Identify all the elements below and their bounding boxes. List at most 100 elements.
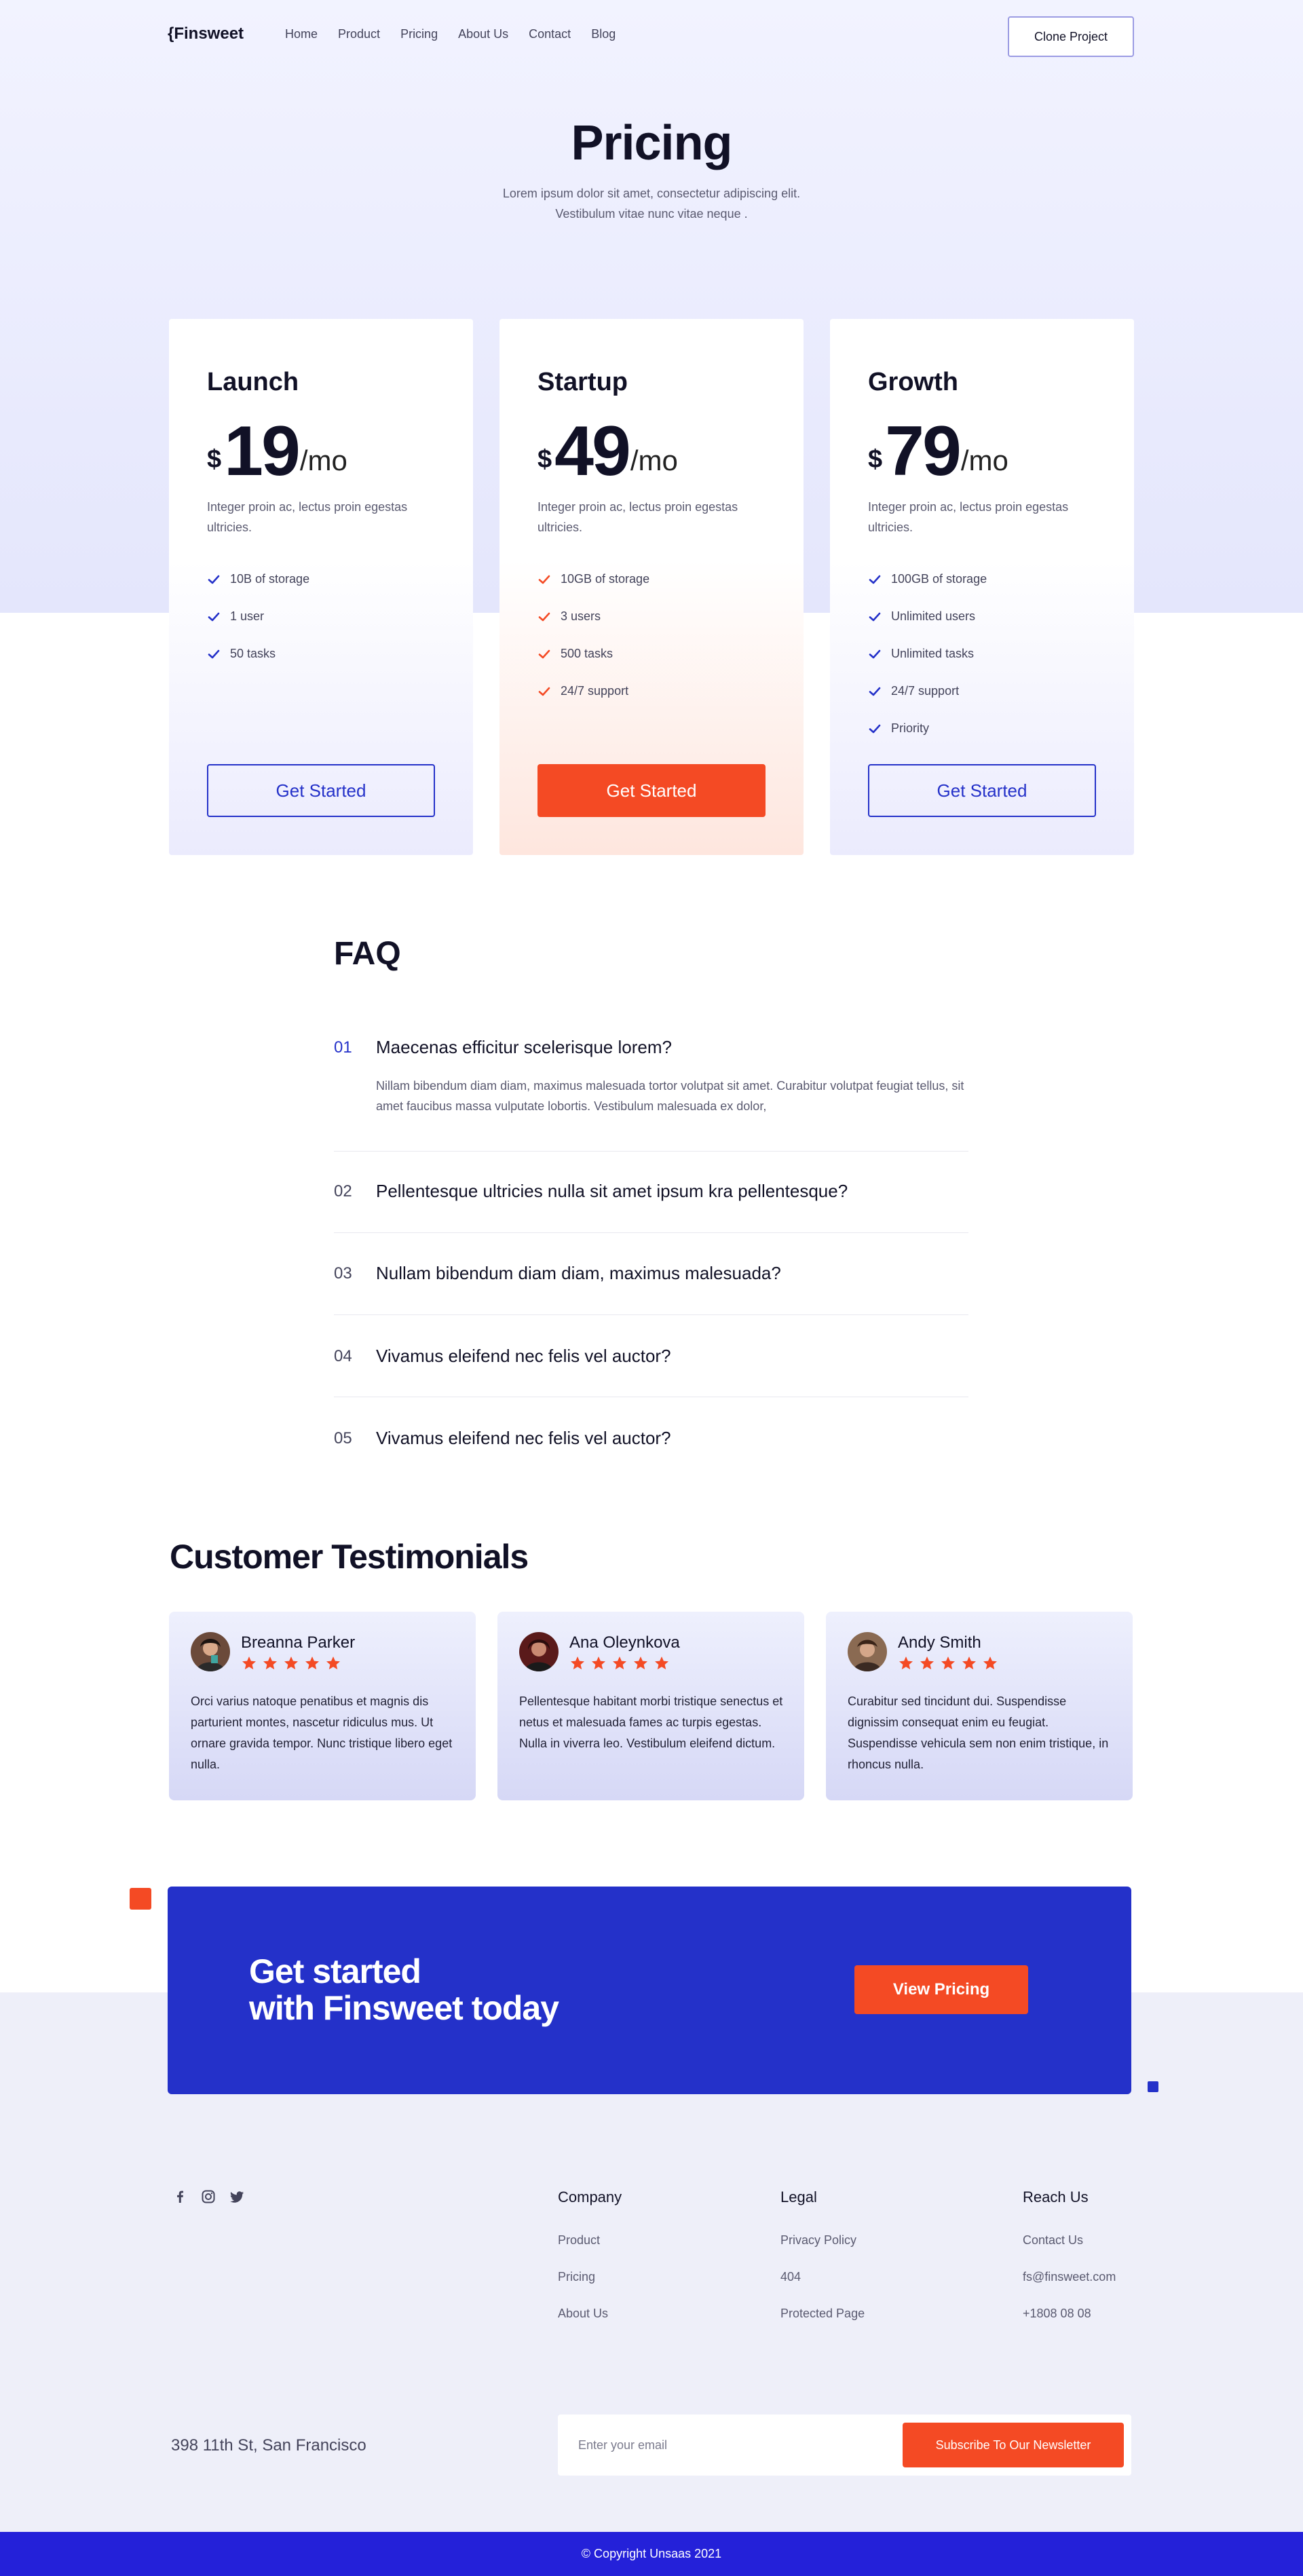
feature-label: 10GB of storage <box>561 572 650 586</box>
get-started-button[interactable]: Get Started <box>868 764 1096 817</box>
faq-question[interactable]: Nullam bibendum diam diam, maximus males… <box>376 1263 781 1284</box>
footer-link[interactable]: Protected Page <box>780 2307 865 2343</box>
plan-description: Integer proin ac, lectus proin egestas u… <box>868 500 1069 534</box>
nav-home[interactable]: Home <box>285 27 318 41</box>
reviewer-name: Breanna Parker <box>241 1633 356 1652</box>
footer-link[interactable]: 404 <box>780 2270 865 2307</box>
check-icon <box>538 612 550 621</box>
faq-question[interactable]: Vivamus eleifend nec felis vel auctor? <box>376 1346 671 1367</box>
view-pricing-button[interactable]: View Pricing <box>854 1965 1028 2014</box>
faq-question[interactable]: Maecenas efficitur scelerisque lorem? <box>376 1037 672 1058</box>
twitter-icon[interactable] <box>230 2190 244 2203</box>
instagram-icon[interactable] <box>202 2190 215 2203</box>
avatar <box>848 1632 887 1671</box>
faq-question[interactable]: Vivamus eleifend nec felis vel auctor? <box>376 1428 671 1449</box>
footer-link[interactable]: Contact Us <box>1023 2233 1116 2270</box>
plan-price: $ 49 /mo <box>537 416 678 487</box>
testimonial-text: Pellentesque habitant morbi tristique se… <box>519 1694 783 1750</box>
clone-project-button[interactable]: Clone Project <box>1008 16 1134 57</box>
star-icon <box>326 1656 340 1669</box>
get-started-button[interactable]: Get Started <box>207 764 435 817</box>
footer-heading: Reach Us <box>1023 2189 1089 2205</box>
faq-number: 03 <box>334 1264 352 1283</box>
testimonials-title: Customer Testimonials <box>170 1538 529 1576</box>
plan-card-launch: Launch $ 19 /mo Integer proin ac, lectus… <box>169 319 473 855</box>
feature-list: 10B of storage 1 user 50 tasks <box>207 561 309 673</box>
star-icon <box>941 1656 955 1669</box>
footer-link[interactable]: Privacy Policy <box>780 2233 865 2270</box>
star-rating <box>241 1655 341 1671</box>
plan-price: $ 19 /mo <box>207 412 347 491</box>
price-period: /mo <box>299 444 347 476</box>
faq-item[interactable]: 04 Vivamus eleifend nec felis vel auctor… <box>334 1315 968 1397</box>
footer-link[interactable]: Product <box>558 2233 622 2270</box>
subscribe-button[interactable]: Subscribe To Our Newsletter <box>903 2423 1124 2467</box>
testimonial-text: Orci varius natoque penatibus et magnis … <box>191 1694 453 1771</box>
nav-pricing[interactable]: Pricing <box>400 27 438 41</box>
page-title: Pricing <box>571 116 732 170</box>
cta-banner: Get started with Finsweet today View Pri… <box>168 1887 1131 2094</box>
footer-email[interactable]: fs@finsweet.com <box>1023 2270 1116 2307</box>
facebook-icon[interactable] <box>173 2190 187 2203</box>
star-icon <box>962 1656 976 1669</box>
check-icon <box>869 724 881 733</box>
faq-item[interactable]: 05 Vivamus eleifend nec felis vel auctor… <box>334 1397 968 1479</box>
star-rating <box>898 1655 998 1671</box>
footer-phone[interactable]: +1808 08 08 <box>1023 2307 1116 2343</box>
feature-item: 1 user <box>207 598 309 635</box>
faq-item-expanded[interactable]: 01 Maecenas efficitur scelerisque lorem?… <box>334 1035 968 1152</box>
nav-contact[interactable]: Contact <box>529 27 571 41</box>
avatar <box>519 1632 559 1671</box>
feature-label: Priority <box>891 721 930 735</box>
logo[interactable]: {Finsweet <box>168 24 244 43</box>
price-amount: 19 <box>224 412 301 491</box>
feature-item: 24/7 support <box>868 673 987 710</box>
feature-item: Unlimited tasks <box>868 635 987 673</box>
nav-blog[interactable]: Blog <box>591 27 616 41</box>
feature-item: 3 users <box>537 598 649 635</box>
email-input[interactable] <box>578 2435 877 2455</box>
testimonial-card: Ana Oleynkova Pellentesque habitant morb… <box>497 1612 804 1800</box>
faq-number: 02 <box>334 1182 352 1200</box>
testimonial-card: Breanna Parker Orci varius natoque penat… <box>169 1612 476 1800</box>
footer-column-company: Company Product Pricing About Us <box>558 2189 622 2343</box>
faq-number: 04 <box>334 1347 352 1365</box>
star-icon <box>899 1656 913 1669</box>
cta-heading: Get started with Finsweet today <box>249 1953 559 2026</box>
plan-card-growth: Growth $ 79 /mo Integer proin ac, lectus… <box>830 319 1134 855</box>
star-icon <box>284 1656 298 1669</box>
price-currency: $ <box>537 445 552 474</box>
footer-link[interactable]: Pricing <box>558 2270 622 2307</box>
star-icon <box>613 1656 626 1669</box>
footer-link[interactable]: About Us <box>558 2307 622 2343</box>
faq-number: 01 <box>334 1038 352 1057</box>
plan-price: $ 79 /mo <box>868 416 1008 487</box>
faq-question[interactable]: Pellentesque ultricies nulla sit amet ip… <box>376 1181 848 1202</box>
check-icon <box>869 687 881 696</box>
feature-label: 50 tasks <box>230 647 276 660</box>
faq-item[interactable]: 03 Nullam bibendum diam diam, maximus ma… <box>334 1233 968 1315</box>
copyright-bar: © Copyright Unsaas 2021 <box>0 2532 1303 2576</box>
star-icon <box>263 1656 277 1669</box>
nav-about-us[interactable]: About Us <box>458 27 508 41</box>
feature-label: 24/7 support <box>561 684 629 698</box>
faq-answer: Nillam bibendum diam diam, maximus males… <box>376 1079 964 1113</box>
get-started-button[interactable]: Get Started <box>537 764 766 817</box>
footer-heading: Legal <box>780 2189 817 2205</box>
feature-label: Unlimited tasks <box>891 647 975 660</box>
feature-list: 100GB of storage Unlimited users Unlimit… <box>868 561 987 747</box>
avatar <box>191 1632 230 1671</box>
feature-list: 10GB of storage 3 users 500 tasks 24/7 s… <box>537 561 649 710</box>
feature-item: 500 tasks <box>537 635 649 673</box>
star-icon <box>305 1656 319 1669</box>
nav-product[interactable]: Product <box>338 27 380 41</box>
plan-description: Integer proin ac, lectus proin egestas u… <box>207 500 408 534</box>
check-icon <box>538 575 550 584</box>
price-currency: $ <box>207 445 222 474</box>
faq-number: 05 <box>334 1429 352 1447</box>
testimonial-text: Curabitur sed tincidunt dui. Suspendisse… <box>848 1694 1109 1771</box>
price-currency: $ <box>868 445 883 474</box>
plan-card-startup: Startup $ 49 /mo Integer proin ac, lectu… <box>499 319 804 855</box>
star-rating <box>569 1655 670 1671</box>
faq-item[interactable]: 02 Pellentesque ultricies nulla sit amet… <box>334 1152 968 1233</box>
